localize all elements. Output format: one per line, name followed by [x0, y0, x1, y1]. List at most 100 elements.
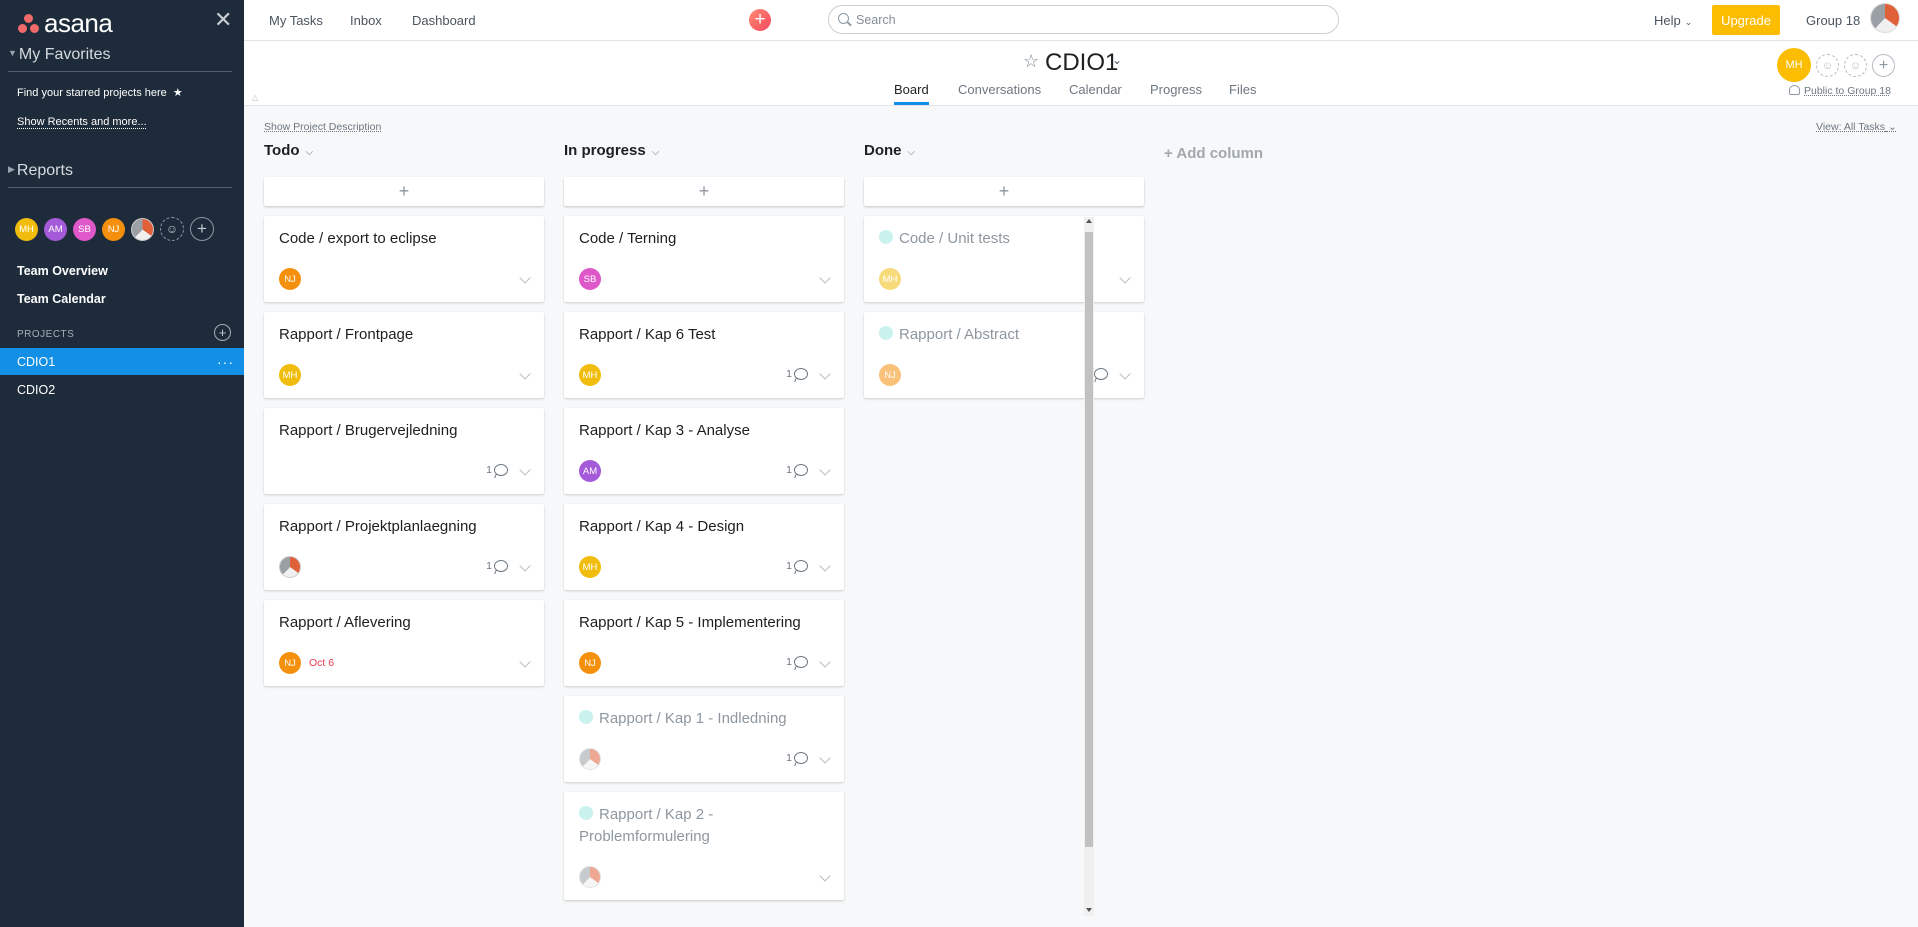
tab-files[interactable]: Files [1229, 82, 1256, 97]
assignee-avatar[interactable]: MH [579, 364, 601, 386]
task-card[interactable]: Rapport / Frontpage MH [264, 312, 544, 398]
member-avatar[interactable]: AM [44, 217, 67, 241]
add-task-button[interactable]: + [864, 177, 1144, 206]
team-overview-link[interactable]: Team Overview [17, 264, 108, 278]
nav-my-tasks[interactable]: My Tasks [269, 13, 323, 28]
show-project-description-link[interactable]: Show Project Description [264, 121, 381, 133]
task-card[interactable]: Rapport / Projektplanlaegning 1 [264, 504, 544, 590]
task-card[interactable]: Rapport / AbstractNJ1 [864, 312, 1144, 398]
scroll-up-icon[interactable] [1086, 219, 1092, 223]
more-options-icon[interactable]: ··· [217, 354, 234, 370]
card-menu-chevron-icon[interactable] [819, 870, 831, 882]
column-title[interactable]: Done ⌵ [864, 142, 915, 164]
task-card[interactable]: Rapport / Brugervejledning 1 [264, 408, 544, 494]
card-menu-chevron-icon[interactable] [1119, 368, 1131, 380]
favorites-section[interactable]: ▼ My Favorites [8, 46, 232, 72]
task-card[interactable]: Rapport / Kap 6 Test MH 1 [564, 312, 844, 398]
member-avatar[interactable]: NJ [102, 217, 125, 241]
member-avatar[interactable]: MH [15, 217, 38, 241]
task-card[interactable]: Code / Terning SB [564, 216, 844, 302]
assignee-avatar[interactable] [579, 866, 601, 888]
chevron-down-icon[interactable]: ⌵ [908, 147, 916, 158]
tab-conversations[interactable]: Conversations [958, 82, 1041, 97]
public-visibility-link[interactable]: Public to Group 18 [1789, 85, 1891, 97]
assignee-avatar[interactable]: MH [279, 364, 301, 386]
workspace-name[interactable]: Group 18 [1806, 13, 1860, 28]
task-card[interactable]: Rapport / Kap 3 - Analyse AM 1 [564, 408, 844, 494]
completed-check-icon[interactable] [579, 710, 593, 724]
task-card[interactable]: Rapport / Aflevering NJ Oct 6 [264, 600, 544, 686]
completed-check-icon[interactable] [579, 806, 593, 820]
tab-calendar[interactable]: Calendar [1069, 82, 1122, 97]
invite-plus-icon[interactable]: + [190, 217, 214, 241]
member-avatar[interactable]: SB [73, 217, 96, 241]
sidebar-item-cdio1[interactable]: CDIO1 ··· [0, 348, 244, 375]
assignee-avatar[interactable]: NJ [279, 652, 301, 674]
page-title[interactable]: CDIO1 [1045, 49, 1118, 77]
card-menu-chevron-icon[interactable] [519, 272, 531, 284]
due-date[interactable]: Oct 6 [309, 657, 334, 669]
column-title[interactable]: Todo ⌵ [264, 142, 313, 164]
view-filter-dropdown[interactable]: View: All Tasks ⌄ [1816, 121, 1897, 133]
close-sidebar-icon[interactable]: ✕ [214, 8, 232, 32]
card-menu-chevron-icon[interactable] [519, 560, 531, 572]
chevron-down-icon[interactable]: ⌄ [1112, 53, 1122, 67]
card-menu-chevron-icon[interactable] [819, 560, 831, 572]
favorite-star-icon[interactable]: ☆ [1023, 51, 1039, 72]
team-calendar-link[interactable]: Team Calendar [17, 292, 106, 306]
add-task-button[interactable]: + [264, 177, 544, 206]
assignee-avatar[interactable] [579, 748, 601, 770]
sidebar-item-cdio2[interactable]: CDIO2 [0, 376, 244, 403]
empty-member-icon[interactable]: ☺ [1816, 54, 1839, 77]
task-card[interactable]: Rapport / Kap 2 - Problemformulering [564, 792, 844, 900]
search-input[interactable]: Search [828, 5, 1339, 34]
column-title[interactable]: In progress ⌵ [564, 142, 659, 164]
assignee-avatar[interactable]: NJ [279, 268, 301, 290]
completed-check-icon[interactable] [879, 326, 893, 340]
member-avatar-photo[interactable] [131, 217, 154, 241]
assignee-avatar[interactable]: NJ [579, 652, 601, 674]
nav-dashboard[interactable]: Dashboard [412, 13, 476, 28]
card-menu-chevron-icon[interactable] [819, 272, 831, 284]
reports-section[interactable]: ▶ Reports [8, 162, 232, 188]
card-menu-chevron-icon[interactable] [1119, 272, 1131, 284]
completed-check-icon[interactable] [879, 230, 893, 244]
card-menu-chevron-icon[interactable] [819, 656, 831, 668]
task-card[interactable]: Rapport / Kap 4 - Design MH 1 [564, 504, 844, 590]
assignee-avatar[interactable]: SB [579, 268, 601, 290]
task-card[interactable]: Rapport / Kap 5 - Implementering NJ 1 [564, 600, 844, 686]
tab-board[interactable]: Board [894, 82, 929, 105]
card-menu-chevron-icon[interactable] [819, 752, 831, 764]
chevron-down-icon[interactable]: ⌵ [306, 147, 314, 158]
scroll-down-icon[interactable] [1086, 908, 1092, 912]
assignee-avatar[interactable] [279, 556, 301, 578]
assignee-avatar[interactable]: MH [579, 556, 601, 578]
task-card[interactable]: Rapport / Kap 1 - Indledning 1 [564, 696, 844, 782]
show-recents-link[interactable]: Show Recents and more... [17, 116, 147, 128]
add-column-button[interactable]: + Add column [1164, 145, 1263, 162]
nav-inbox[interactable]: Inbox [350, 13, 382, 28]
assignee-avatar[interactable]: AM [579, 460, 601, 482]
card-menu-chevron-icon[interactable] [819, 464, 831, 476]
add-member-plus-icon[interactable]: + [1872, 54, 1895, 77]
upgrade-button[interactable]: Upgrade [1712, 5, 1780, 35]
column-scrollbar[interactable] [1084, 217, 1094, 916]
asana-logo[interactable]: asana [18, 8, 113, 39]
add-member-icon[interactable]: ☺ [160, 217, 184, 241]
scrollbar-thumb[interactable] [1085, 232, 1093, 847]
assignee-avatar[interactable]: MH [879, 268, 901, 290]
card-menu-chevron-icon[interactable] [519, 368, 531, 380]
tab-progress[interactable]: Progress [1150, 82, 1202, 97]
empty-member-icon[interactable]: ☺ [1844, 54, 1867, 77]
chevron-down-icon[interactable]: ⌵ [652, 147, 660, 158]
task-card[interactable]: Code / Unit tests MH [864, 216, 1144, 302]
project-member-avatar[interactable]: MH [1777, 48, 1811, 82]
card-menu-chevron-icon[interactable] [819, 368, 831, 380]
card-menu-chevron-icon[interactable] [519, 656, 531, 668]
assignee-avatar[interactable]: NJ [879, 364, 901, 386]
quick-add-icon[interactable]: + [749, 9, 771, 31]
card-menu-chevron-icon[interactable] [519, 464, 531, 476]
add-project-icon[interactable]: + [214, 324, 231, 341]
collapse-arrow-icon[interactable]: △ [252, 93, 258, 102]
add-task-button[interactable]: + [564, 177, 844, 206]
